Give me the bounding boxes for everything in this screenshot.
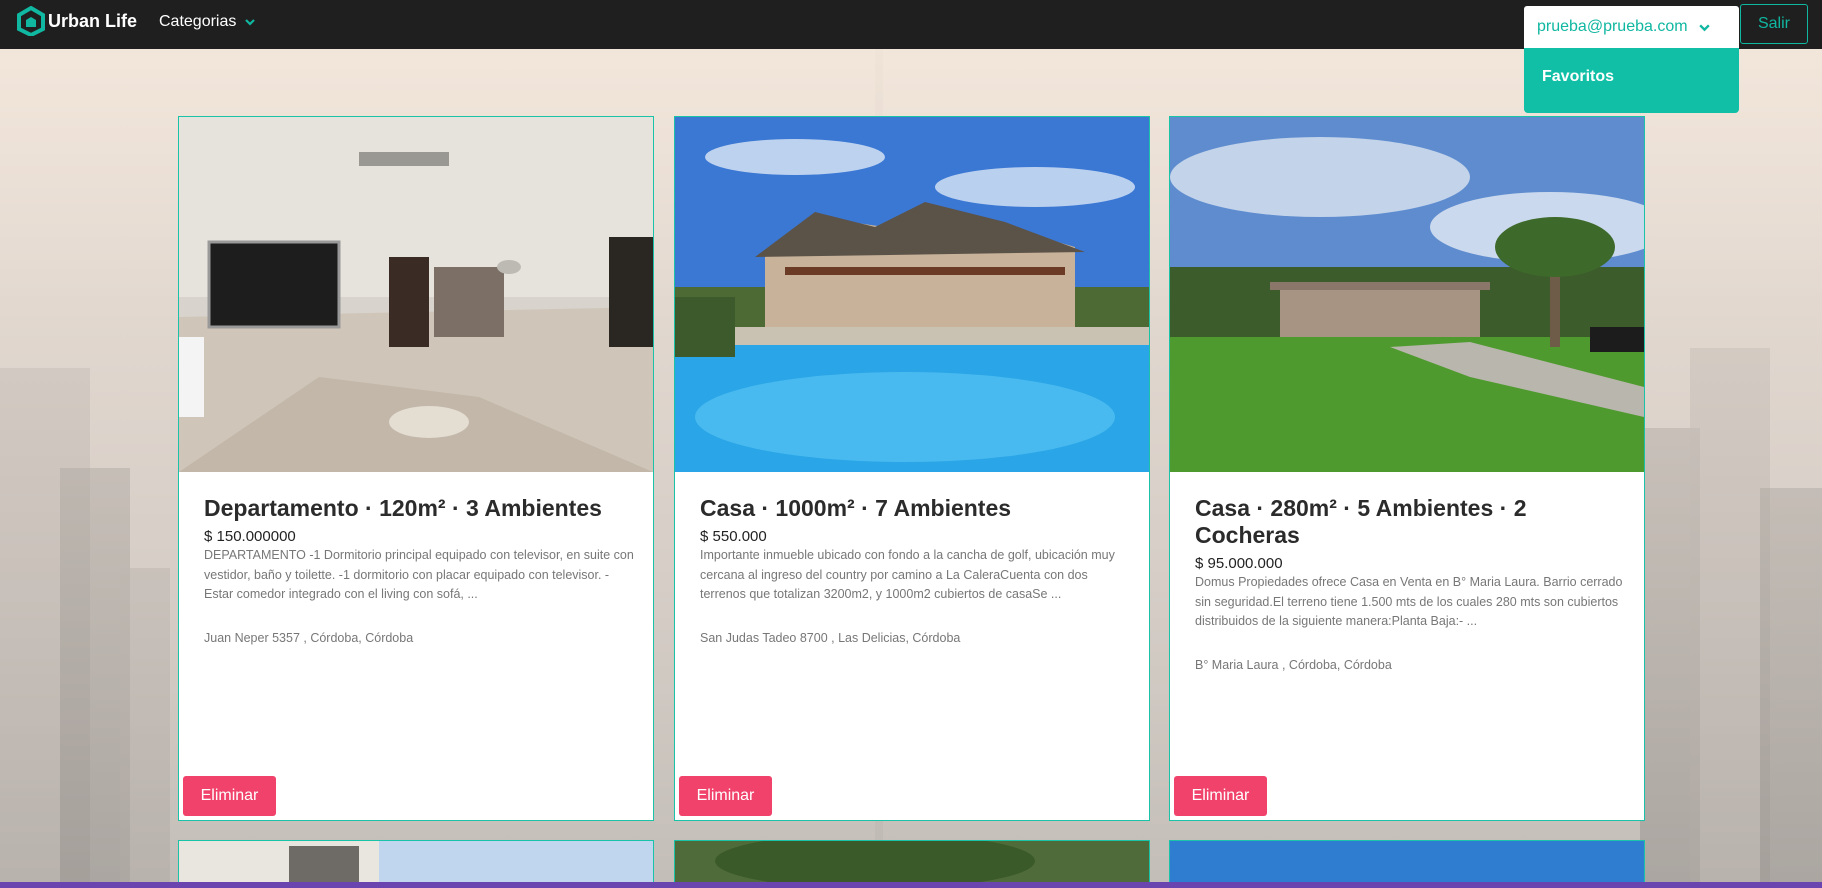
listing-card-partial[interactable] xyxy=(1169,840,1645,888)
menu-item-favoritos[interactable]: Favoritos xyxy=(1542,68,1614,86)
listing-card[interactable]: Casa · 280m² · 5 Ambientes · 2 Cocheras … xyxy=(1169,116,1645,821)
chevron-down-icon xyxy=(1698,23,1710,31)
listing-title[interactable]: Casa · 280m² · 5 Ambientes · 2 Cocheras xyxy=(1195,495,1625,549)
listing-card[interactable]: Casa · 1000m² · 7 Ambientes $ 550.000 Im… xyxy=(674,116,1150,821)
categories-label: Categorias xyxy=(159,13,237,30)
listing-price: $ 550.000 xyxy=(700,528,767,545)
top-navbar: Urban Life Categorias prueba@prueba.com … xyxy=(0,0,1822,49)
listing-price: $ 95.000.000 xyxy=(1195,555,1283,572)
house-logo-icon xyxy=(17,6,45,36)
delete-favorite-button[interactable]: Eliminar xyxy=(183,776,276,816)
listing-description: DEPARTAMENTO -1 Dormitorio principal equ… xyxy=(204,548,634,601)
delete-favorite-button[interactable]: Eliminar xyxy=(679,776,772,816)
listing-title[interactable]: Departamento · 120m² · 3 Ambientes xyxy=(204,495,634,522)
delete-favorite-button[interactable]: Eliminar xyxy=(1174,776,1267,816)
listing-description: Domus Propiedades ofrece Casa en Venta e… xyxy=(1195,575,1623,628)
listing-price: $ 150.000000 xyxy=(204,528,296,545)
listing-photo[interactable] xyxy=(675,117,1149,472)
user-dropdown-menu: Favoritos xyxy=(1524,48,1739,113)
listing-address: B° Maria Laura , Córdoba, Córdoba xyxy=(1195,658,1392,672)
listing-card[interactable]: Departamento · 120m² · 3 Ambientes $ 150… xyxy=(178,116,654,821)
user-menu-button[interactable]: prueba@prueba.com xyxy=(1524,6,1739,48)
logout-button[interactable]: Salir xyxy=(1740,4,1808,44)
listing-address: San Judas Tadeo 8700 , Las Delicias, Cór… xyxy=(700,631,961,645)
listing-photo[interactable] xyxy=(1170,117,1644,472)
listing-photo[interactable] xyxy=(179,117,653,472)
listing-card-partial[interactable] xyxy=(674,840,1150,888)
categories-menu[interactable]: Categorias xyxy=(159,13,256,31)
listing-photo xyxy=(179,841,653,887)
listing-photo xyxy=(675,841,1149,887)
listing-title[interactable]: Casa · 1000m² · 7 Ambientes xyxy=(700,495,1130,522)
listing-card-partial[interactable] xyxy=(178,840,654,888)
chevron-down-icon xyxy=(245,19,256,26)
brand-logo[interactable]: Urban Life xyxy=(16,6,137,36)
user-email: prueba@prueba.com xyxy=(1537,18,1688,35)
listing-description: Importante inmueble ubicado con fondo a … xyxy=(700,548,1115,601)
brand-name: Urban Life xyxy=(48,10,138,31)
bottom-accent-bar xyxy=(0,882,1822,888)
listing-photo xyxy=(1170,841,1644,887)
listing-address: Juan Neper 5357 , Córdoba, Córdoba xyxy=(204,631,414,645)
